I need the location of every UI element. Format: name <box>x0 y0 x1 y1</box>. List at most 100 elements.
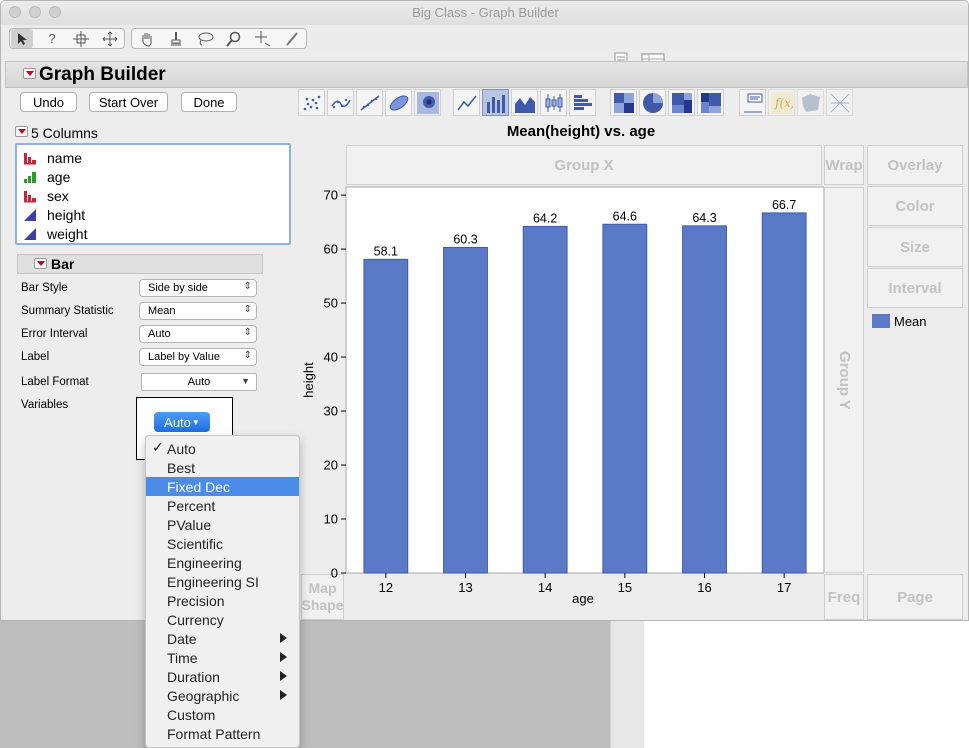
undo-button[interactable]: Undo <box>20 92 77 112</box>
red-triangle-menu-icon[interactable] <box>23 68 36 79</box>
caption-box-element-icon[interactable] <box>739 89 766 116</box>
map-shapes-element-icon[interactable] <box>797 89 824 116</box>
bar-style-select[interactable]: Side by side ⇕ <box>139 279 257 297</box>
column-item-height[interactable]: height <box>23 205 85 224</box>
move-tool-icon[interactable] <box>99 29 121 48</box>
bar[interactable] <box>761 212 807 574</box>
menu-item-best[interactable]: Best <box>146 458 299 477</box>
overlay-zone[interactable]: Overlay <box>867 145 963 185</box>
menu-item-geographic[interactable]: Geographic <box>146 686 299 705</box>
ellipse-element-icon[interactable] <box>385 89 412 116</box>
column-item-weight[interactable]: weight <box>23 224 87 243</box>
crosshairs-tool-icon[interactable] <box>252 29 274 48</box>
column-item-name[interactable]: name <box>23 148 82 167</box>
summary-statistic-value: Mean <box>148 305 176 317</box>
arrow-tool-icon[interactable] <box>11 29 33 48</box>
menu-item-currency[interactable]: Currency <box>146 610 299 629</box>
x-axis-label[interactable]: age <box>572 591 594 606</box>
bar-element-icon[interactable] <box>482 89 509 116</box>
wrap-zone[interactable]: Wrap <box>824 145 864 185</box>
submenu-arrow-icon <box>280 671 287 681</box>
crosshair-select-icon[interactable] <box>70 29 92 48</box>
mosaic-element-icon[interactable] <box>697 89 724 116</box>
group-x-zone[interactable]: Group X <box>346 145 822 185</box>
menu-item-fixed-dec[interactable]: Fixed Dec <box>146 477 299 496</box>
magnifier-tool-icon[interactable] <box>223 29 245 48</box>
parallel-element-icon[interactable] <box>826 89 853 116</box>
bar-data-label: 60.3 <box>453 232 477 246</box>
done-button[interactable]: Done <box>181 92 237 112</box>
line-element-icon[interactable] <box>453 89 480 116</box>
bar[interactable] <box>363 258 409 574</box>
histogram-element-icon[interactable] <box>569 89 596 116</box>
page-zone[interactable]: Page <box>867 574 963 620</box>
help-tool-icon[interactable]: ? <box>41 29 63 48</box>
bar-red-triangle-icon[interactable] <box>34 258 47 269</box>
label-format-dropdown[interactable]: Auto ▼ <box>141 373 257 391</box>
column-name-label: age <box>47 168 71 185</box>
menu-item-format-pattern[interactable]: Format Pattern <box>146 724 299 743</box>
line-of-fit-element-icon[interactable] <box>356 89 383 116</box>
menu-item-percent[interactable]: Percent <box>146 496 299 515</box>
menu-item-label: Engineering <box>167 554 242 571</box>
summary-statistic-label: Summary Statistic <box>21 305 114 317</box>
group-y-zone[interactable]: Group Y <box>824 187 864 573</box>
bar-data-label: 64.2 <box>533 211 557 225</box>
hand-tool-icon[interactable] <box>136 29 158 48</box>
bar[interactable] <box>522 225 568 574</box>
menu-item-engineering[interactable]: Engineering <box>146 553 299 572</box>
column-item-age[interactable]: age <box>23 167 70 186</box>
bar-panel-title: Bar <box>51 256 75 272</box>
bar[interactable] <box>443 246 488 574</box>
bar[interactable] <box>682 225 727 574</box>
y-axis-label[interactable]: height <box>301 362 316 398</box>
menu-item-scientific[interactable]: Scientific <box>146 534 299 553</box>
column-item-sex[interactable]: sex <box>23 186 69 205</box>
columns-red-triangle-icon[interactable] <box>15 126 28 137</box>
menu-item-label: Format Pattern <box>167 725 261 742</box>
window-divider <box>610 620 644 748</box>
menu-item-time[interactable]: Time <box>146 648 299 667</box>
brush-tool-icon[interactable] <box>165 29 187 48</box>
column-name-label: sex <box>47 187 69 204</box>
start-over-button[interactable]: Start Over <box>89 92 168 112</box>
columns-list[interactable]: name age sex height weight <box>15 143 291 245</box>
summary-statistic-select[interactable]: Mean ⇕ <box>139 302 257 320</box>
color-zone[interactable]: Color <box>867 186 963 226</box>
menu-item-pvalue[interactable]: PValue <box>146 515 299 534</box>
formula-element-icon[interactable]: f(x) <box>768 89 795 116</box>
contour-element-icon[interactable] <box>414 89 441 116</box>
menu-item-label: Fixed Dec <box>167 478 231 495</box>
pie-element-icon[interactable] <box>639 89 666 116</box>
y-axis[interactable]: 0 10 20 30 40 50 60 70 <box>324 188 346 581</box>
format-popup-button[interactable]: Auto ▼ <box>154 412 210 432</box>
x-tick-label: 15 <box>618 580 632 595</box>
area-element-icon[interactable] <box>511 89 538 116</box>
box-plot-element-icon[interactable] <box>540 89 567 116</box>
menu-item-date[interactable]: Date <box>146 629 299 648</box>
smoother-element-icon[interactable] <box>327 89 354 116</box>
menu-item-auto[interactable]: ✓ Auto <box>146 439 299 458</box>
size-zone[interactable]: Size <box>867 227 963 267</box>
label-option-select[interactable]: Label by Value ⇕ <box>139 348 257 366</box>
freq-zone[interactable]: Freq <box>824 574 864 620</box>
menu-item-precision[interactable]: Precision <box>146 591 299 610</box>
bar-chart[interactable]: 0 10 20 30 40 50 60 70 58.1 60.3 64.2 64.6 64.3 66.7… <box>297 181 824 611</box>
lasso-tool-icon[interactable] <box>194 29 216 48</box>
submenu-arrow-icon <box>280 652 287 662</box>
heatmap-element-icon[interactable] <box>610 89 637 116</box>
interval-zone[interactable]: Interval <box>867 268 963 308</box>
title-bar: Big Class - Graph Builder <box>1 1 968 25</box>
menu-item-duration[interactable]: Duration <box>146 667 299 686</box>
treemap-element-icon[interactable] <box>668 89 695 116</box>
menu-item-label: Duration <box>167 668 220 685</box>
annotate-tool-icon[interactable] <box>281 29 303 48</box>
points-element-icon[interactable] <box>298 89 325 116</box>
error-interval-select[interactable]: Auto ⇕ <box>139 325 257 343</box>
menu-item-engineering-si[interactable]: Engineering SI <box>146 572 299 591</box>
label-format-label: Label Format <box>21 376 89 388</box>
menu-item-custom[interactable]: Custom <box>146 705 299 724</box>
menu-item-label: Percent <box>167 497 216 514</box>
bar[interactable] <box>602 223 648 574</box>
select-arrows-icon: ⇕ <box>243 304 252 315</box>
